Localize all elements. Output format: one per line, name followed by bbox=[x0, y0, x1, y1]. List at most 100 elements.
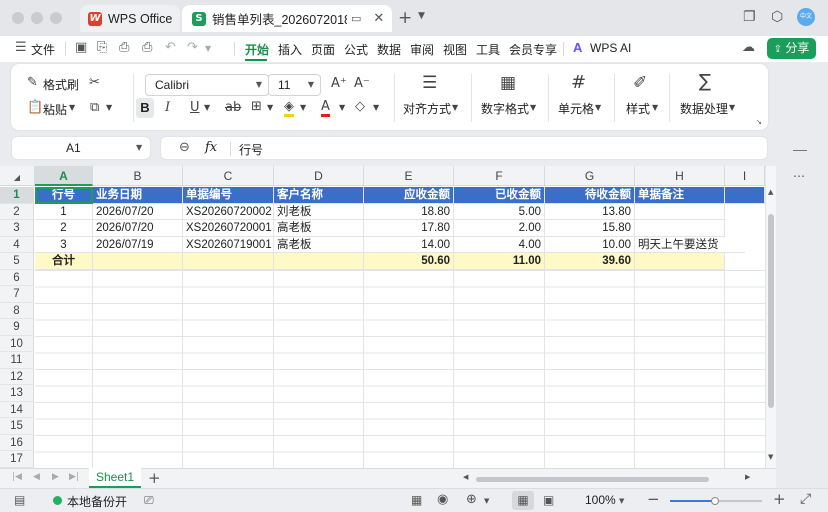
cell-g1[interactable]: 待收金额 bbox=[545, 187, 635, 204]
menu-insert[interactable]: 插入 bbox=[278, 41, 302, 58]
eye-protect-icon[interactable]: ◉ bbox=[437, 492, 448, 507]
row-header[interactable]: 14 bbox=[0, 401, 34, 418]
print-preview-icon[interactable]: ⎙ bbox=[142, 40, 152, 55]
tab-wps-office[interactable]: W WPS Office bbox=[80, 5, 180, 32]
row-header[interactable]: 2 bbox=[0, 203, 34, 220]
fx-icon[interactable]: fx bbox=[205, 140, 217, 155]
row-header[interactable]: 16 bbox=[0, 434, 34, 451]
column-header-h[interactable]: H bbox=[635, 166, 725, 186]
table-cell[interactable]: 4.00 bbox=[454, 236, 545, 253]
column-header-e[interactable]: E bbox=[364, 166, 454, 186]
italic-button[interactable]: I bbox=[165, 100, 170, 115]
tab-sales-list[interactable]: S 销售单列表_2026072018 ▭ ✕ bbox=[182, 5, 392, 32]
total-cell[interactable]: 合计 bbox=[35, 253, 93, 270]
fill-color-icon[interactable]: ◈ bbox=[284, 99, 294, 117]
print-icon[interactable]: ⎙ bbox=[119, 40, 129, 55]
row-header[interactable]: 4 bbox=[0, 236, 34, 253]
data-process-button[interactable]: 数据处理 bbox=[680, 100, 728, 117]
chevron-down-icon[interactable]: ▼ bbox=[729, 103, 735, 112]
chevron-down-icon[interactable]: ▼ bbox=[373, 103, 379, 112]
chevron-down-icon[interactable]: ▼ bbox=[106, 103, 112, 112]
table-cell[interactable]: 2026/07/20 bbox=[93, 220, 183, 237]
cell-f1[interactable]: 已收金额 bbox=[454, 187, 545, 204]
more-icon[interactable]: ⋯ bbox=[793, 169, 805, 183]
chevron-down-icon[interactable]: ▼ bbox=[484, 497, 489, 505]
table-cell[interactable]: 2 bbox=[35, 220, 93, 237]
paste-button[interactable]: 粘贴 bbox=[43, 101, 67, 118]
name-box[interactable]: A1 ▼ bbox=[11, 136, 151, 160]
format-painter-button[interactable]: 格式刷 bbox=[43, 76, 79, 93]
fullscreen-icon[interactable]: ⤢ bbox=[800, 491, 811, 507]
column-header-g[interactable]: G bbox=[545, 166, 635, 186]
last-sheet-icon[interactable]: ▶| bbox=[69, 472, 79, 482]
clear-format-icon[interactable]: ◇ bbox=[355, 99, 365, 114]
column-header-c[interactable]: C bbox=[183, 166, 274, 186]
undo-icon[interactable]: ↶ bbox=[165, 40, 176, 55]
row-header[interactable]: 9 bbox=[0, 319, 34, 336]
menu-data[interactable]: 数据 bbox=[377, 41, 401, 58]
menu-view[interactable]: 视图 bbox=[443, 41, 467, 58]
table-cell[interactable]: 2026/07/19 bbox=[93, 236, 183, 253]
menu-tools[interactable]: 工具 bbox=[476, 41, 500, 58]
cell-b1[interactable]: 业务日期 bbox=[93, 187, 183, 204]
chevron-down-icon[interactable]: ▼ bbox=[652, 103, 658, 112]
total-cell[interactable] bbox=[93, 253, 183, 270]
menu-member[interactable]: 会员专享 bbox=[509, 41, 557, 58]
zoom-icon[interactable]: ⊖ bbox=[179, 140, 190, 155]
font-size-select[interactable]: 11 ▼ bbox=[268, 74, 321, 96]
backup-status[interactable]: 本地备份开 bbox=[67, 493, 127, 510]
zoom-out-icon[interactable]: − bbox=[647, 490, 660, 508]
row-header[interactable]: 13 bbox=[0, 385, 34, 402]
table-cell[interactable]: 高老板 bbox=[274, 220, 364, 237]
table-cell[interactable] bbox=[635, 203, 725, 220]
locate-icon[interactable]: ⊕ bbox=[466, 492, 477, 507]
menu-review[interactable]: 审阅 bbox=[410, 41, 434, 58]
table-cell[interactable]: 5.00 bbox=[454, 203, 545, 220]
scroll-left-icon[interactable]: ◀ bbox=[463, 473, 468, 481]
row-header[interactable]: 6 bbox=[0, 269, 34, 286]
style-button[interactable]: 样式 bbox=[626, 100, 650, 117]
add-sheet-icon[interactable]: + bbox=[148, 469, 161, 487]
row-header[interactable]: 7 bbox=[0, 286, 34, 303]
zoom-level[interactable]: 100% bbox=[585, 493, 616, 507]
table-cell[interactable]: 10.00 bbox=[545, 236, 635, 253]
cell-a1[interactable]: 行号 bbox=[35, 187, 93, 204]
menu-page[interactable]: 页面 bbox=[311, 41, 335, 58]
prev-sheet-icon[interactable]: ◀ bbox=[33, 472, 40, 482]
row-header[interactable]: 8 bbox=[0, 302, 34, 319]
table-cell[interactable]: 14.00 bbox=[364, 236, 454, 253]
vertical-scrollbar[interactable]: ▲ ▼ bbox=[765, 166, 776, 468]
share-button[interactable]: ⇪ 分享 bbox=[767, 38, 816, 59]
cloud-icon[interactable]: ☁ bbox=[742, 40, 755, 55]
row-header[interactable]: 15 bbox=[0, 418, 34, 435]
table-cell[interactable]: 2026/07/20 bbox=[93, 203, 183, 220]
new-tab-icon[interactable]: + bbox=[398, 8, 412, 28]
minimize-window-button[interactable] bbox=[31, 12, 43, 24]
page-layout-icon[interactable]: ▣ bbox=[543, 493, 554, 507]
row-header[interactable]: 12 bbox=[0, 368, 34, 385]
font-name-select[interactable]: Calibri ▼ bbox=[145, 74, 269, 96]
decrease-font-icon[interactable]: A⁻ bbox=[354, 76, 370, 91]
column-header-i[interactable]: I bbox=[725, 166, 765, 186]
cell-i1[interactable] bbox=[725, 187, 765, 204]
first-sheet-icon[interactable]: |◀ bbox=[12, 472, 22, 482]
cell-d1[interactable]: 客户名称 bbox=[274, 187, 364, 204]
row-header[interactable]: 10 bbox=[0, 335, 34, 352]
hamburger-icon[interactable]: ☰ bbox=[15, 40, 27, 55]
chevron-down-icon[interactable]: ▼ bbox=[205, 44, 211, 53]
minimize-panel-icon[interactable] bbox=[793, 150, 807, 151]
save-icon[interactable]: ▣ bbox=[75, 40, 87, 55]
table-cell[interactable]: 13.80 bbox=[545, 203, 635, 220]
expand-ribbon-icon[interactable]: ↘ bbox=[756, 118, 762, 126]
table-cell[interactable]: 高老板 bbox=[274, 236, 364, 253]
total-cell[interactable]: 11.00 bbox=[454, 253, 545, 270]
sheet-view-icon[interactable]: ▦ bbox=[411, 493, 422, 507]
cube-icon[interactable]: ⬡ bbox=[771, 9, 783, 25]
bold-button[interactable]: B bbox=[136, 98, 154, 118]
table-cell[interactable]: XS20260720001 bbox=[183, 220, 274, 237]
table-cell[interactable]: 18.80 bbox=[364, 203, 454, 220]
column-header-f[interactable]: F bbox=[454, 166, 545, 186]
normal-view-button[interactable]: ▦ bbox=[512, 491, 534, 510]
scroll-right-icon[interactable]: ▶ bbox=[745, 473, 750, 481]
empty-cells-area[interactable] bbox=[35, 269, 765, 468]
